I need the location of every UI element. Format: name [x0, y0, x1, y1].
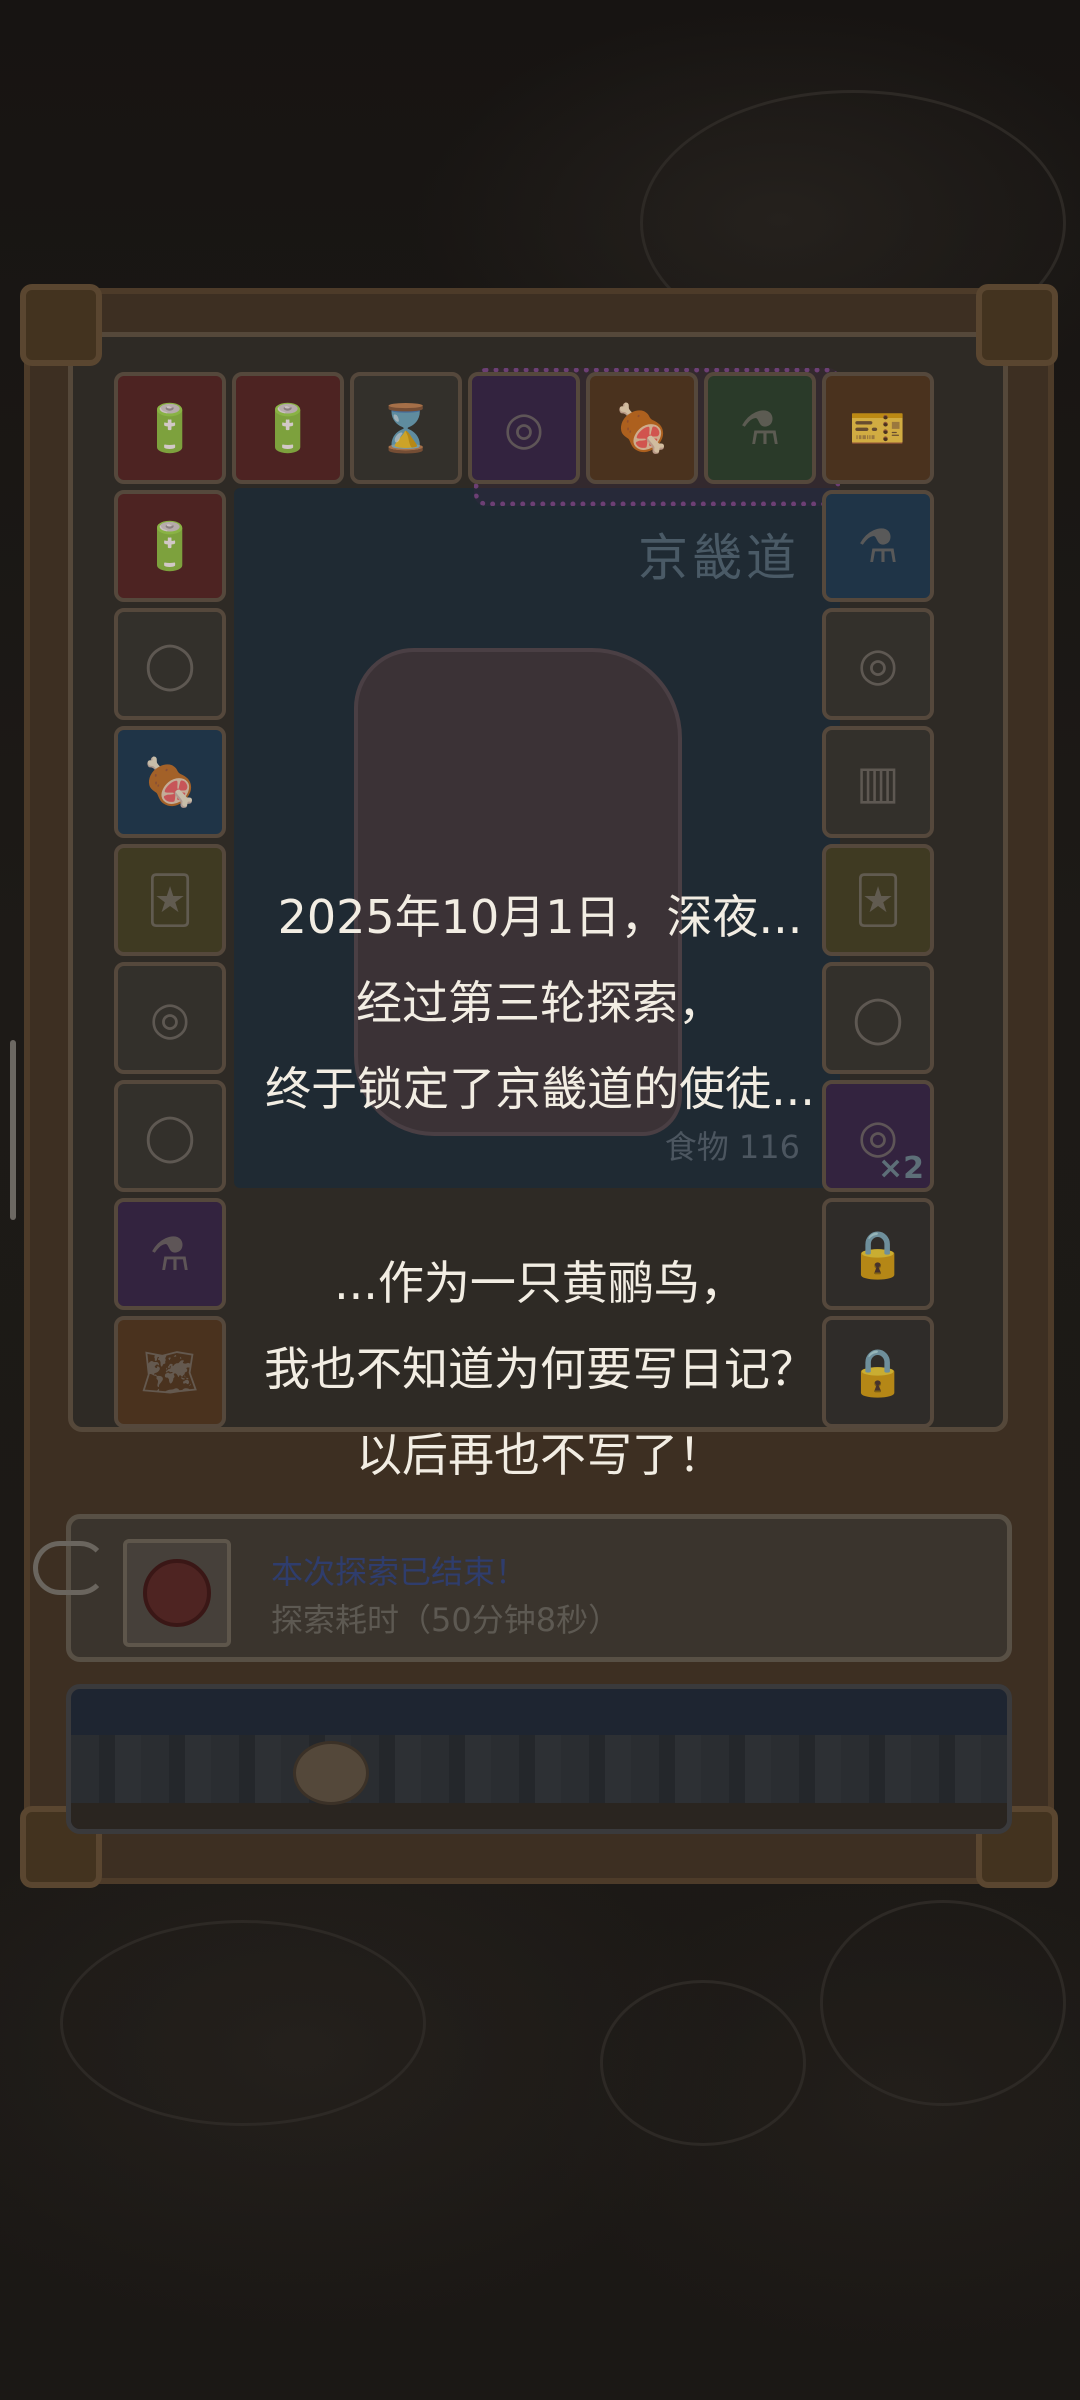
- board-tile[interactable]: 🔋: [114, 372, 226, 484]
- story-line: 我也不知道为何要写日记？: [264, 1342, 816, 1396]
- board-tile[interactable]: ⚗: [822, 490, 934, 602]
- potion-bottle-icon: ⚗: [739, 401, 781, 455]
- angry-face-icon: [143, 1559, 211, 1627]
- spiral-orb-icon: ◎: [503, 401, 545, 455]
- multiplier-badge: ×2: [877, 1151, 924, 1186]
- board-tile[interactable]: ⚗: [704, 372, 816, 484]
- board-tile[interactable]: ⌛: [350, 372, 462, 484]
- ticket-icon: 🎫: [849, 400, 907, 455]
- hourglass-icon: ⌛: [377, 400, 435, 455]
- food-counter: 食物 116: [665, 1122, 800, 1168]
- oriole-bird-icon: [293, 1741, 369, 1805]
- food-value: 116: [738, 1128, 800, 1166]
- board-tile[interactable]: 🍖: [586, 372, 698, 484]
- story-line: ...作为一只黄鹂鸟，: [334, 1256, 746, 1310]
- ghost-blob-icon: ◯: [144, 1109, 196, 1163]
- spiral-orb-icon: ◎: [857, 637, 899, 691]
- board-tile[interactable]: 🔋: [114, 490, 226, 602]
- bg-mushroom-decoration: [600, 1980, 806, 2146]
- story-line: 以后再也不写了！: [356, 1428, 724, 1482]
- journey-progress-strip: [66, 1684, 1012, 1834]
- bg-pond-decoration: [60, 1920, 426, 2126]
- ghost-blob-icon: ◯: [144, 637, 196, 691]
- board-tile[interactable]: ◎: [822, 608, 934, 720]
- result-duration: 探索耗时（50分钟8秒）: [271, 1601, 621, 1639]
- potion-bottle-icon: ⚗: [857, 519, 899, 573]
- frame-corner-bolt: [20, 284, 102, 366]
- board-tile[interactable]: 🍖: [114, 726, 226, 838]
- region-name: 京畿道: [638, 529, 800, 587]
- pillar-gift-icon: ▥: [856, 755, 900, 809]
- battery-red-icon: 🔋: [259, 400, 317, 455]
- city-skyline: [71, 1735, 1007, 1805]
- board-tile[interactable]: ▥: [822, 726, 934, 838]
- bg-mushroom-decoration: [820, 1900, 1066, 2106]
- board-tile[interactable]: 🎫: [822, 372, 934, 484]
- food-label: 食物: [664, 1128, 729, 1166]
- frame-corner-bolt: [976, 284, 1058, 366]
- battery-red-icon: 🔋: [141, 400, 199, 455]
- board-tile[interactable]: 🔋: [232, 372, 344, 484]
- story-line: 经过第三轮探索，: [356, 976, 724, 1030]
- exploration-result-card: 本次探索已结束！ 探索耗时（50分钟8秒）: [33, 1514, 1012, 1662]
- board-tile[interactable]: ◯: [114, 608, 226, 720]
- battery-red-icon: 🔋: [141, 518, 199, 573]
- story-line: 2025年10月1日，深夜...: [277, 890, 803, 944]
- meat-icon: 🍖: [141, 754, 199, 809]
- board-tile[interactable]: ◎: [468, 372, 580, 484]
- result-title: 本次探索已结束！: [271, 1553, 528, 1591]
- progress-track: [71, 1803, 1007, 1829]
- story-line: 终于锁定了京畿道的使徒...: [265, 1062, 815, 1116]
- meat-icon: 🍖: [613, 400, 671, 455]
- result-portrait: [123, 1539, 231, 1647]
- binder-ring-icon: [33, 1541, 107, 1595]
